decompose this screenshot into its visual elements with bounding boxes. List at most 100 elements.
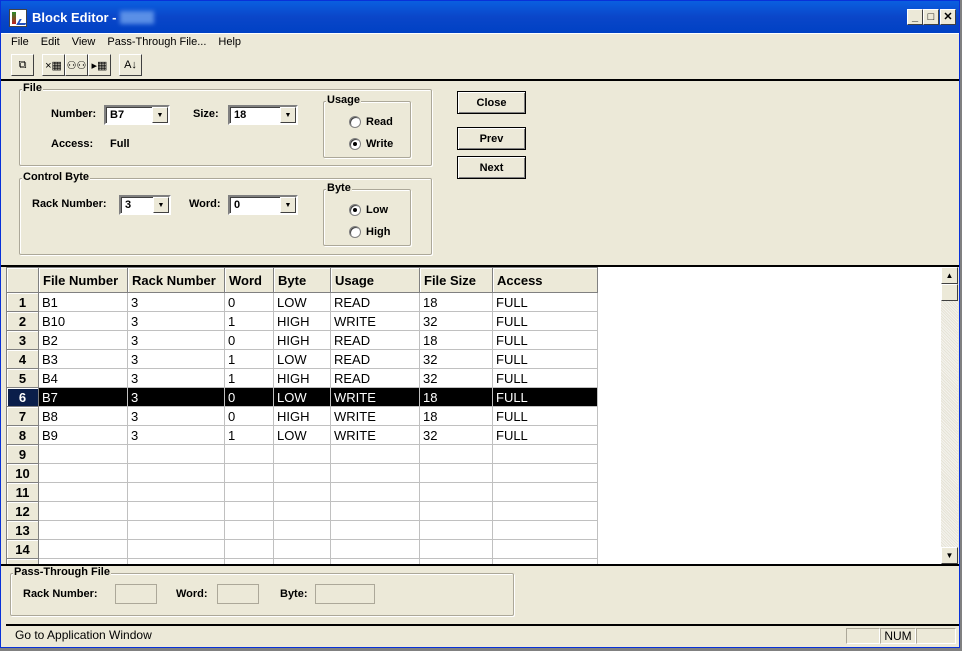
sort-button[interactable]: A↓: [119, 54, 142, 76]
table-cell[interactable]: 1: [224, 349, 274, 369]
table-cell[interactable]: 3: [127, 349, 225, 369]
table-cell[interactable]: LOW: [273, 349, 331, 369]
table-cell[interactable]: HIGH: [273, 406, 331, 426]
table-cell[interactable]: READ: [330, 349, 420, 369]
row-header[interactable]: 5: [6, 368, 39, 388]
delete-row-button[interactable]: ×▦: [42, 54, 65, 76]
table-cell[interactable]: [127, 463, 225, 483]
column-header-rack-number[interactable]: Rack Number: [127, 267, 225, 293]
chevron-down-icon[interactable]: ▼: [153, 197, 169, 213]
row-header[interactable]: 4: [6, 349, 39, 369]
table-cell[interactable]: FULL: [492, 349, 598, 369]
maximize-button[interactable]: □: [923, 9, 939, 25]
table-cell[interactable]: FULL: [492, 406, 598, 426]
table-cell[interactable]: [492, 463, 598, 483]
table-cell[interactable]: FULL: [492, 311, 598, 331]
table-cell[interactable]: 0: [224, 330, 274, 350]
table-cell[interactable]: B8: [38, 406, 128, 426]
minimize-button[interactable]: _: [907, 9, 923, 25]
table-cell[interactable]: 0: [224, 292, 274, 312]
users-button[interactable]: ⚇⚇: [65, 54, 88, 76]
column-header-byte[interactable]: Byte: [273, 267, 331, 293]
table-row[interactable]: 10: [6, 463, 598, 483]
scroll-thumb[interactable]: [941, 284, 958, 301]
row-header[interactable]: 1: [6, 292, 39, 312]
row-header[interactable]: 8: [6, 425, 39, 445]
row-header[interactable]: 11: [6, 482, 39, 502]
table-cell[interactable]: 3: [127, 368, 225, 388]
radio-button-selected-icon[interactable]: [349, 138, 361, 150]
table-row[interactable]: 13: [6, 520, 598, 540]
table-row[interactable]: 4 B3 3 1 LOW READ 32 FULL: [6, 349, 598, 369]
table-cell[interactable]: [419, 444, 493, 464]
column-header-file-number[interactable]: File Number: [38, 267, 128, 293]
table-cell[interactable]: [38, 501, 128, 521]
copy-windows-button[interactable]: ⧉: [11, 54, 34, 76]
table-cell[interactable]: B9: [38, 425, 128, 445]
block-grid[interactable]: File Number Rack Number Word Byte Usage File …: [6, 267, 958, 564]
table-row[interactable]: 1 B1 3 0 LOW READ 18 FULL: [6, 292, 598, 312]
radio-button-selected-icon[interactable]: [349, 204, 361, 216]
row-header[interactable]: 3: [6, 330, 39, 350]
table-cell[interactable]: WRITE: [330, 387, 420, 407]
table-cell[interactable]: 32: [419, 368, 493, 388]
menu-edit[interactable]: Edit: [35, 34, 66, 52]
table-cell[interactable]: [273, 463, 331, 483]
table-cell[interactable]: [224, 539, 274, 559]
table-cell[interactable]: [273, 501, 331, 521]
rack-number-combo[interactable]: 3 ▼: [119, 195, 171, 215]
table-cell[interactable]: [273, 482, 331, 502]
table-cell[interactable]: READ: [330, 368, 420, 388]
byte-low-radio[interactable]: Low: [349, 204, 388, 216]
table-cell[interactable]: FULL: [492, 292, 598, 312]
table-cell[interactable]: 3: [127, 387, 225, 407]
menu-pass-through-file[interactable]: Pass-Through File...: [101, 34, 212, 52]
row-header[interactable]: 12: [6, 501, 39, 521]
insert-row-button[interactable]: ▸▦: [88, 54, 111, 76]
table-cell[interactable]: WRITE: [330, 311, 420, 331]
column-header-usage[interactable]: Usage: [330, 267, 420, 293]
table-cell[interactable]: 32: [419, 311, 493, 331]
table-row[interactable]: 12: [6, 501, 598, 521]
table-cell[interactable]: [330, 520, 420, 540]
menu-help[interactable]: Help: [212, 34, 247, 52]
next-button[interactable]: Next: [457, 156, 526, 179]
table-cell[interactable]: FULL: [492, 387, 598, 407]
table-cell[interactable]: [330, 444, 420, 464]
column-header-access[interactable]: Access: [492, 267, 598, 293]
vertical-scrollbar[interactable]: ▲ ▼: [941, 267, 958, 564]
table-cell[interactable]: [330, 482, 420, 502]
scroll-down-button[interactable]: ▼: [941, 547, 958, 564]
table-cell[interactable]: 3: [127, 330, 225, 350]
column-header-word[interactable]: Word: [224, 267, 274, 293]
table-cell[interactable]: B4: [38, 368, 128, 388]
table-cell[interactable]: [127, 520, 225, 540]
row-header[interactable]: 6: [6, 387, 39, 407]
table-cell[interactable]: [330, 501, 420, 521]
table-row[interactable]: 14: [6, 539, 598, 559]
close-button[interactable]: Close: [457, 91, 526, 114]
table-cell[interactable]: 18: [419, 292, 493, 312]
table-cell[interactable]: LOW: [273, 425, 331, 445]
table-row[interactable]: 11: [6, 482, 598, 502]
table-cell[interactable]: [127, 501, 225, 521]
table-cell[interactable]: [224, 520, 274, 540]
table-cell[interactable]: [273, 539, 331, 559]
table-cell[interactable]: 32: [419, 349, 493, 369]
table-cell[interactable]: [224, 501, 274, 521]
table-cell[interactable]: 3: [127, 311, 225, 331]
table-cell[interactable]: [38, 539, 128, 559]
row-header[interactable]: 2: [6, 311, 39, 331]
corner-header[interactable]: [6, 267, 39, 293]
chevron-down-icon[interactable]: ▼: [152, 107, 168, 123]
table-cell[interactable]: 1: [224, 311, 274, 331]
table-cell[interactable]: [419, 501, 493, 521]
table-cell[interactable]: 1: [224, 425, 274, 445]
table-cell[interactable]: [38, 482, 128, 502]
table-cell[interactable]: [38, 444, 128, 464]
table-cell[interactable]: 3: [127, 425, 225, 445]
chevron-down-icon[interactable]: ▼: [280, 107, 296, 123]
table-cell[interactable]: HIGH: [273, 368, 331, 388]
title-bar[interactable]: Block Editor - _ □ ✕: [1, 1, 959, 34]
table-cell[interactable]: [273, 444, 331, 464]
